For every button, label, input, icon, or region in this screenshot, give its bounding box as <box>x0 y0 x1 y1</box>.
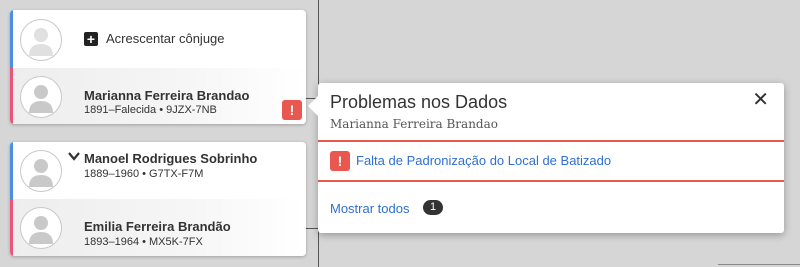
exclamation-icon: ! <box>330 151 350 171</box>
person-silhouette-icon <box>29 216 53 244</box>
family-card-1: + Acrescentar cônjuge Marianna Ferreira … <box>10 10 306 124</box>
add-spouse-row[interactable]: + Acrescentar cônjuge <box>10 10 306 68</box>
avatar <box>20 207 62 249</box>
person-silhouette-icon <box>29 85 53 113</box>
chevron-down-icon[interactable] <box>68 150 80 162</box>
person-row-marianna[interactable]: Marianna Ferreira Brandao 1891–Falecida … <box>10 68 306 124</box>
tree-connector-bottom <box>306 228 318 229</box>
data-problems-popover: Problemas nos Dados Marianna Ferreira Br… <box>308 83 784 233</box>
plus-icon: + <box>84 31 98 46</box>
issue-row[interactable]: ! Falta de Padronização do Local de Bati… <box>318 140 784 182</box>
gender-bar-female <box>10 199 13 256</box>
issue-link[interactable]: Falta de Padronização do Local de Batiza… <box>356 153 611 168</box>
gender-bar-female <box>10 68 13 124</box>
gender-bar-male <box>10 10 13 68</box>
divider <box>718 264 800 265</box>
gender-bar-male <box>10 142 13 199</box>
popover-subtitle: Marianna Ferreira Brandao <box>330 117 498 131</box>
avatar <box>20 150 62 192</box>
popover-title: Problemas nos Dados <box>330 92 508 112</box>
person-row-manoel[interactable]: Manoel Rodrigues Sobrinho 1889–1960 • G7… <box>10 142 306 199</box>
exclamation-icon[interactable]: ! <box>282 100 302 120</box>
add-spouse-button[interactable]: + Acrescentar cônjuge <box>84 31 225 46</box>
person-silhouette-icon <box>29 28 53 56</box>
person-row-emilia[interactable]: Emilia Ferreira Brandão 1893–1964 • MX5K… <box>10 199 306 256</box>
add-spouse-label: Acrescentar cônjuge <box>106 31 225 46</box>
show-all-link[interactable]: Mostrar todos <box>330 201 409 216</box>
person-name[interactable]: Manoel Rodrigues Sobrinho <box>84 151 257 166</box>
family-card-2: Manoel Rodrigues Sobrinho 1889–1960 • G7… <box>10 142 306 256</box>
empty-avatar <box>20 19 62 61</box>
close-icon[interactable]: ✕ <box>752 90 769 110</box>
count-badge: 1 <box>423 200 443 215</box>
avatar <box>20 76 62 118</box>
person-details: 1891–Falecida • 9JZX-7NB <box>84 104 217 116</box>
popover-pointer <box>308 96 318 116</box>
person-silhouette-icon <box>29 159 53 187</box>
person-name[interactable]: Emilia Ferreira Brandão <box>84 219 231 234</box>
person-details: 1889–1960 • G7TX-F7M <box>84 168 204 180</box>
person-details: 1893–1964 • MX5K-7FX <box>84 236 203 248</box>
person-name[interactable]: Marianna Ferreira Brandao <box>84 88 249 103</box>
